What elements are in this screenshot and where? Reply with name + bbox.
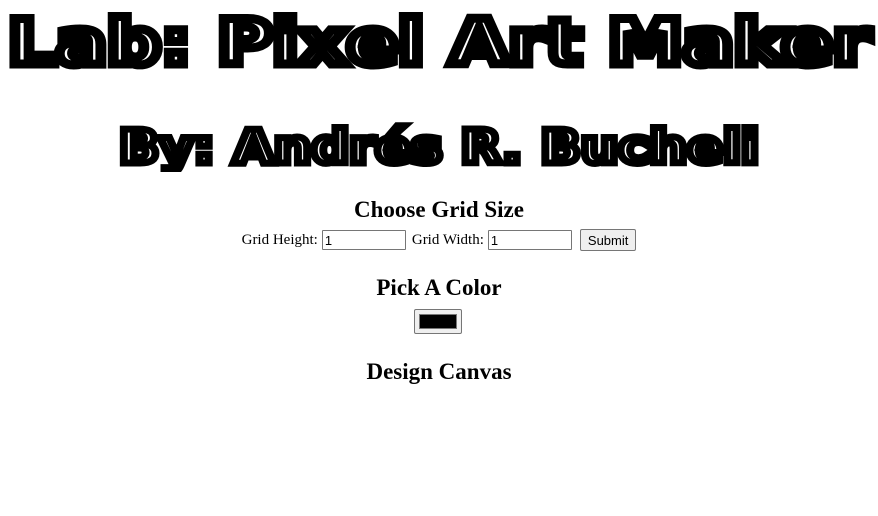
grid-width-input[interactable] (487, 230, 572, 250)
design-canvas-heading: Design Canvas (366, 359, 512, 384)
grid-height-label: Grid Height: (241, 232, 318, 248)
submit-button[interactable]: Submit (579, 229, 637, 251)
page-subtitle-inline: By: Andrés R. Bucheli (119, 120, 759, 172)
color-swatch (419, 314, 457, 329)
page-title-inline: Lab: Pixel Art Maker (8, 6, 871, 76)
grid-size-form: Grid Height: Grid Width: Submit (0, 229, 878, 251)
page-subtitle: By: Andrés R. Bucheli By: Andrés R. Buch… (0, 118, 878, 172)
grid-height-input[interactable] (321, 230, 406, 250)
page-title: Lab: Pixel Art Maker Lab: Pixel Art Make… (0, 2, 878, 76)
grid-size-heading: Choose Grid Size (354, 197, 524, 222)
grid-width-label: Grid Width: (411, 232, 484, 248)
color-picker[interactable] (414, 309, 462, 334)
pick-color-heading: Pick A Color (376, 275, 502, 300)
